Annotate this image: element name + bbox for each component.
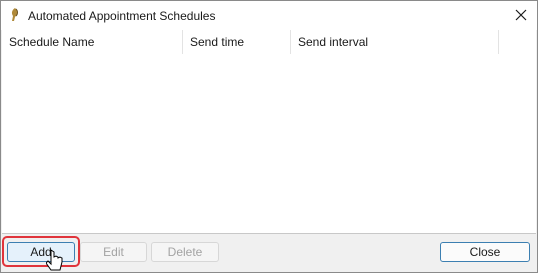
column-header-schedule-name[interactable]: Schedule Name: [2, 30, 183, 54]
column-header-send-interval[interactable]: Send interval: [291, 30, 499, 54]
dialog-window: Automated Appointment Schedules Schedule…: [0, 0, 538, 273]
mouse-cursor-icon: [46, 249, 63, 271]
add-button[interactable]: Add: [7, 242, 75, 262]
schedule-list[interactable]: Schedule Name Send time Send interval: [2, 30, 536, 234]
column-header-send-time[interactable]: Send time: [183, 30, 291, 54]
app-icon: [11, 8, 18, 21]
list-header: Schedule Name Send time Send interval: [2, 30, 536, 54]
column-header-filler: [499, 30, 536, 54]
title-bar: Automated Appointment Schedules: [1, 1, 537, 30]
close-icon[interactable]: [513, 7, 529, 23]
close-button[interactable]: Close: [440, 242, 530, 262]
edit-button[interactable]: Edit: [80, 242, 147, 262]
window-title: Automated Appointment Schedules: [28, 9, 216, 23]
delete-button[interactable]: Delete: [151, 242, 219, 262]
